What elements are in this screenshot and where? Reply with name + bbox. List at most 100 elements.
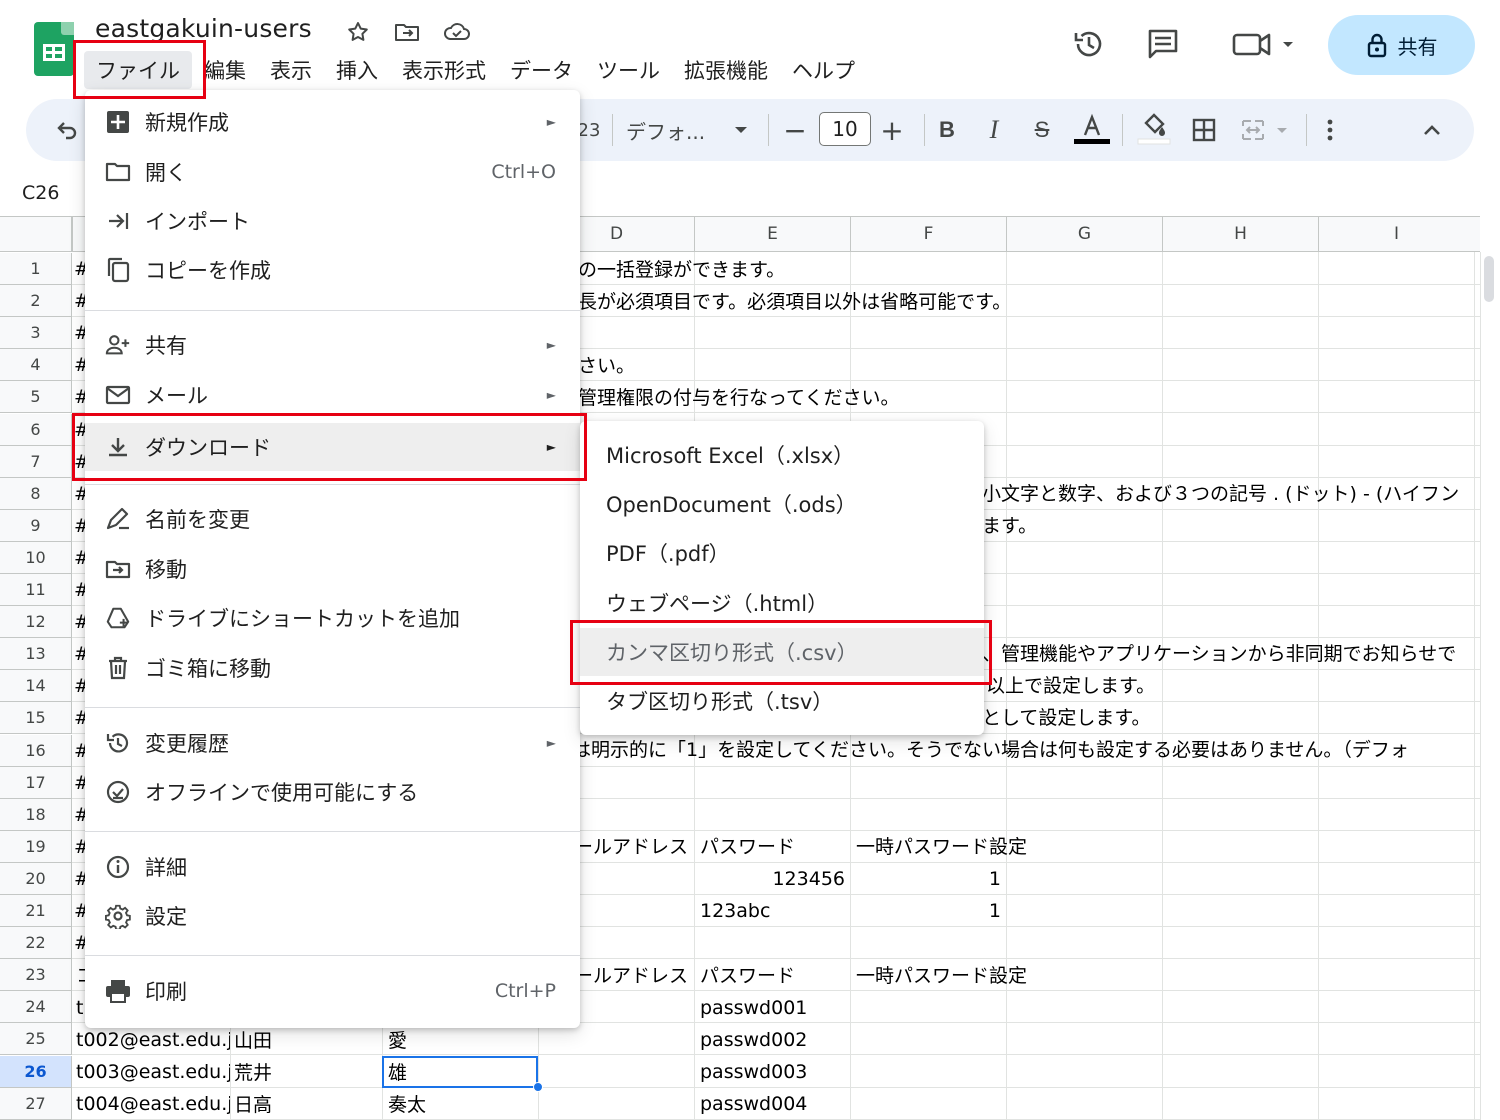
row-header-13[interactable]: 13 [0,638,72,670]
cell-f14[interactable]: 以上で設定します。 [982,669,1159,700]
increase-font-icon[interactable]: + [877,99,907,161]
row-header-14[interactable]: 14 [0,670,72,702]
menu-item-open[interactable]: 開く Ctrl+O [85,150,580,194]
row-header-27[interactable]: 27 [0,1088,72,1120]
column-header-h[interactable]: H [1162,217,1318,251]
row-header-20[interactable]: 20 [0,863,72,895]
download-csv[interactable]: カンマ区切り形式（.csv） [580,628,984,676]
menu-item-settings[interactable]: 設定 [85,894,580,938]
menu-item-add-shortcut[interactable]: ドライブにショートカットを追加 [85,596,580,640]
cell-d5[interactable]: 管理権限の付与を行なってください。 [574,381,903,412]
cell-d23[interactable]: ールアドレス [570,959,694,990]
undo-icon[interactable] [46,99,86,161]
history-icon[interactable] [1069,24,1109,64]
column-header-f[interactable]: F [850,217,1006,251]
cell-c25[interactable]: 愛 [384,1024,411,1055]
cell-a16[interactable]: # [72,735,86,766]
row-header-7[interactable]: 7 [0,446,72,478]
cell-d19[interactable]: ールアドレス [570,830,694,861]
row-header-24[interactable]: 24 [0,991,72,1023]
menu-format[interactable]: 表示形式 [390,51,498,89]
cell-e20[interactable]: 123456 [694,863,849,894]
cell-a6[interactable]: # [72,414,86,445]
cell-a4[interactable]: # [72,349,86,380]
select-all-corner[interactable] [0,216,72,252]
cell-b27[interactable]: 日高 [230,1088,276,1119]
row-header-21[interactable]: 21 [0,895,72,927]
column-header-i[interactable]: I [1318,217,1474,251]
menu-item-trash[interactable]: ゴミ箱に移動 [85,646,580,690]
fill-color-icon[interactable] [1134,99,1174,161]
menu-view[interactable]: 表示 [258,51,324,89]
cell-b25[interactable]: 山田 [230,1024,276,1055]
cell-f21[interactable]: 1 [850,895,1005,926]
cell-f23[interactable]: 一時パスワード設定 [852,959,1031,990]
font-dropdown-icon[interactable] [730,99,752,161]
cell-f9[interactable]: ます。 [978,509,1041,540]
download-tsv[interactable]: タブ区切り形式（.tsv） [580,677,984,725]
comment-icon[interactable] [1143,24,1183,64]
row-header-1[interactable]: 1 [0,253,72,285]
cell-f8[interactable]: 小文字と数字、および３つの記号 . (ドット) - (ハイフン [978,477,1463,508]
cell-e25[interactable]: passwd002 [696,1024,811,1055]
move-folder-icon[interactable] [393,18,421,46]
cell-e27[interactable]: passwd004 [696,1088,811,1119]
merge-icon[interactable] [1238,99,1294,161]
cell-d1[interactable]: の一括登録ができます。 [574,253,789,284]
cell-f13[interactable]: 、管理機能やアプリケーションから非同期でお知らせで [978,637,1480,668]
cell-a19[interactable]: # [72,831,86,862]
menu-item-rename[interactable]: 名前を変更 [85,497,580,541]
bold-icon[interactable]: B [932,99,962,161]
document-title[interactable]: eastgakuin-users [95,14,312,43]
menu-item-email[interactable]: メール ► [85,373,580,417]
decrease-font-icon[interactable]: − [780,99,810,161]
cloud-saved-icon[interactable] [443,18,471,46]
share-button[interactable]: 共有 [1328,15,1475,75]
cell-a26[interactable]: t003@east.edu.j [72,1056,230,1087]
row-header-17[interactable]: 17 [0,767,72,799]
column-header-g[interactable]: G [1006,217,1162,251]
menu-help[interactable]: ヘルプ [780,51,867,89]
cell-a1[interactable]: # [72,253,86,284]
star-icon[interactable] [344,18,372,46]
cell-e26[interactable]: passwd003 [696,1056,811,1087]
menu-file[interactable]: ファイル [84,51,192,89]
column-header-e[interactable]: E [694,217,850,251]
cell-a18[interactable]: # [72,799,86,830]
font-size-input[interactable]: 10 [819,112,871,146]
cell-e24[interactable]: passwd001 [696,992,811,1023]
vertical-scrollbar[interactable] [1480,252,1500,1120]
row-header-4[interactable]: 4 [0,349,72,381]
strikethrough-icon[interactable]: S [1026,99,1058,161]
menu-item-offline[interactable]: オフラインで使用可能にする [85,770,580,814]
cell-a8[interactable]: # [72,478,86,509]
cell-a2[interactable]: # [72,285,86,316]
download-pdf[interactable]: PDF（.pdf） [580,529,984,577]
text-color-icon[interactable] [1072,99,1112,161]
menu-extensions[interactable]: 拡張機能 [672,51,780,89]
cell-a3[interactable]: # [72,317,86,348]
row-header-8[interactable]: 8 [0,478,72,510]
collapse-icon[interactable] [1416,99,1448,161]
cell-e23[interactable]: パスワード [696,959,799,990]
sheets-logo-icon[interactable] [34,22,74,76]
scrollbar-thumb[interactable] [1484,256,1494,302]
cell-a10[interactable]: # [72,542,86,573]
cell-f20[interactable]: 1 [850,863,1005,894]
row-header-2[interactable]: 2 [0,285,72,317]
row-header-3[interactable]: 3 [0,317,72,349]
cell-a25[interactable]: t002@east.edu.j [72,1024,230,1055]
download-xlsx[interactable]: Microsoft Excel（.xlsx） [580,431,984,479]
cell-d2[interactable]: 長が必須項目です。必須項目以外は省略可能です。 [574,285,1015,316]
cell-a27[interactable]: t004@east.edu.j [72,1088,230,1119]
menu-item-print[interactable]: 印刷 Ctrl+P [85,969,580,1013]
cell-a11[interactable]: # [72,574,86,605]
cell-a9[interactable]: # [72,510,86,541]
menu-item-new[interactable]: 新規作成 ► [85,100,580,144]
menu-item-download[interactable]: ダウンロード ► [85,423,580,471]
download-ods[interactable]: OpenDocument（.ods） [580,480,984,528]
cell-a7[interactable]: # [72,446,86,477]
menu-item-version-history[interactable]: 変更履歴 ► [85,721,580,765]
menu-edit[interactable]: 編集 [192,51,258,89]
cell-a17[interactable]: # [72,767,86,798]
